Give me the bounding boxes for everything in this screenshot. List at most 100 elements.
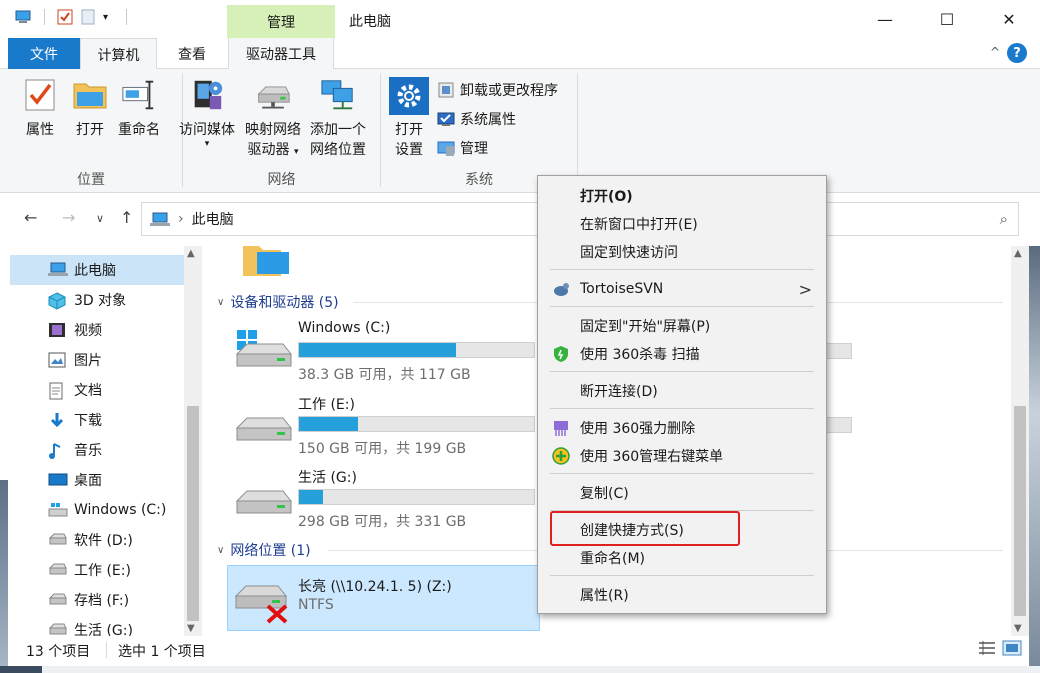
open-settings-button[interactable]: 打开 设置: [389, 77, 429, 160]
open-button[interactable]: 打开: [72, 77, 108, 140]
forward-arrow-icon[interactable]: →: [62, 208, 75, 227]
access-media-button[interactable]: 访问媒体 ▾: [179, 77, 235, 149]
menu-item-label: 属性(R): [580, 588, 629, 604]
uninstall-button[interactable]: 卸载或更改程序: [437, 80, 558, 100]
rename-button[interactable]: 重命名: [118, 77, 160, 140]
collapse-ribbon-icon[interactable]: ^: [990, 45, 1000, 59]
desktop-background: [1029, 246, 1040, 666]
menu-separator: [550, 371, 814, 372]
menu-item[interactable]: 属性(R): [540, 582, 824, 608]
drive-name: 生活 (G:): [298, 470, 357, 486]
nav-item[interactable]: 图片: [10, 345, 184, 375]
drive-tile[interactable]: 生活 (G:) 298 GB 可用，共 331 GB: [235, 467, 535, 531]
nav-item[interactable]: 3D 对象: [10, 285, 184, 315]
drive-icon: [48, 562, 67, 578]
drive-tile[interactable]: 工作 (E:) 150 GB 可用，共 199 GB: [235, 394, 535, 458]
menu-item[interactable]: 复制(C): [540, 480, 824, 506]
rename-icon: [121, 77, 157, 113]
drive-usage-bar: [298, 342, 535, 358]
maximize-button[interactable]: ☐: [916, 0, 978, 38]
breadcrumb-this-pc[interactable]: 此电脑: [192, 209, 234, 229]
tab-computer[interactable]: 计算机: [80, 38, 157, 70]
nav-item[interactable]: 下载: [10, 405, 184, 435]
close-button[interactable]: ✕: [978, 0, 1040, 38]
menu-item-label: 固定到快速访问: [580, 245, 678, 261]
menu-item[interactable]: 固定到"开始"屏幕(P): [540, 313, 824, 339]
drive-usage-fill: [299, 343, 457, 357]
nav-item[interactable]: 软件 (D:): [10, 525, 184, 555]
menu-item[interactable]: 使用 360管理右键菜单: [540, 443, 824, 469]
network-drive-name: 长亮 (\\10.24.1. 5) (Z:): [298, 579, 452, 595]
nav-item[interactable]: 视频: [10, 315, 184, 345]
add-network-location-button[interactable]: 添加一个 网络位置: [310, 77, 366, 160]
up-arrow-icon[interactable]: ↑: [120, 208, 133, 227]
menu-separator: [550, 269, 814, 270]
uninstall-icon: [438, 82, 454, 98]
tab-drive-tools[interactable]: 驱动器工具: [228, 38, 334, 69]
nav-scrollbar[interactable]: ▲ ▼: [184, 246, 202, 636]
scroll-down-icon[interactable]: ▼: [187, 623, 195, 634]
nav-item[interactable]: 生活 (G:): [10, 615, 184, 636]
add-location-label-1: 添加一个: [310, 122, 366, 138]
menu-item-label: 打开(O): [580, 189, 633, 205]
drive-free-space: 298 GB 可用，共 331 GB: [298, 514, 467, 530]
qat-divider: [44, 9, 45, 25]
nav-item[interactable]: 音乐: [10, 435, 184, 465]
nav-item[interactable]: 此电脑: [10, 255, 184, 285]
navigation-pane: 此电脑 3D 对象 视频 图片 文档 下载 音乐 桌面 Windows (C:) 软件 (D:) 工…: [0, 246, 202, 636]
properties-check-icon[interactable]: [57, 9, 73, 25]
system-properties-button[interactable]: 系统属性: [437, 109, 516, 129]
map-network-drive-button[interactable]: 映射网络 驱动器 ▾: [245, 77, 301, 162]
shield-360-icon: [552, 345, 570, 363]
location-group-label: 位置: [77, 172, 105, 188]
scroll-down-icon[interactable]: ▼: [1014, 623, 1022, 634]
network-drive-item[interactable]: 长亮 (\\10.24.1. 5) (Z:) NTFS: [227, 565, 540, 631]
content-scroll-thumb[interactable]: [1014, 406, 1026, 616]
nav-item[interactable]: 工作 (E:): [10, 555, 184, 585]
help-icon[interactable]: ?: [1007, 43, 1027, 63]
drive-free-space: 150 GB 可用，共 199 GB: [298, 441, 467, 457]
nav-item[interactable]: Windows (C:): [10, 495, 184, 525]
properties-icon: [22, 77, 58, 113]
properties-button[interactable]: 属性: [22, 77, 58, 140]
tab-view[interactable]: 查看: [159, 38, 225, 69]
menu-item[interactable]: 在新窗口中打开(E): [540, 211, 824, 237]
open-label: 打开: [76, 122, 104, 138]
menu-item[interactable]: 使用 360强力删除: [540, 415, 824, 441]
qat-dropdown-icon[interactable]: ▾: [103, 12, 108, 23]
computer-small-icon[interactable]: [14, 9, 32, 25]
nav-scroll-thumb[interactable]: [187, 406, 199, 621]
menu-item[interactable]: 打开(O): [540, 183, 824, 209]
minimize-button[interactable]: —: [854, 0, 916, 38]
manage-context-tab[interactable]: 管理: [227, 5, 335, 38]
windows-drive-icon: [48, 502, 68, 518]
scroll-up-icon[interactable]: ▲: [1014, 248, 1022, 259]
details-view-icon[interactable]: [978, 640, 996, 656]
address-bar[interactable]: › 此电脑: [141, 202, 541, 236]
new-folder-small-icon[interactable]: [81, 9, 95, 25]
network-header-label: 网络位置 (1): [230, 543, 311, 559]
collapse-chevron-icon: ∨: [217, 296, 225, 308]
network-section-header[interactable]: ∨ 网络位置 (1): [217, 540, 311, 560]
search-input[interactable]: ⌕: [826, 202, 1019, 236]
menu-item[interactable]: TortoiseSVN >: [540, 276, 824, 302]
menu-item[interactable]: 断开连接(D): [540, 378, 824, 404]
recent-dropdown-icon[interactable]: ∨: [96, 212, 104, 225]
nav-item[interactable]: 桌面: [10, 465, 184, 495]
manage-button[interactable]: 管理: [437, 138, 488, 158]
download-icon: [48, 412, 66, 428]
disconnected-network-drive-icon: [234, 585, 288, 624]
menu-item[interactable]: 重命名(M): [540, 545, 824, 571]
pc-icon: [48, 262, 68, 278]
menu-item[interactable]: 固定到快速访问: [540, 239, 824, 265]
content-scrollbar[interactable]: ▲ ▼: [1011, 246, 1029, 636]
large-icons-view-icon[interactable]: [1002, 640, 1022, 656]
drive-tile[interactable]: Windows (C:) 38.3 GB 可用，共 117 GB: [235, 320, 535, 384]
devices-section-header[interactable]: ∨ 设备和驱动器 (5): [217, 292, 339, 312]
nav-item[interactable]: 存档 (F:): [10, 585, 184, 615]
tab-file[interactable]: 文件: [8, 38, 80, 69]
scroll-up-icon[interactable]: ▲: [187, 248, 195, 259]
nav-item[interactable]: 文档: [10, 375, 184, 405]
back-arrow-icon[interactable]: ←: [24, 208, 37, 227]
menu-item[interactable]: 使用 360杀毒 扫描: [540, 341, 824, 367]
